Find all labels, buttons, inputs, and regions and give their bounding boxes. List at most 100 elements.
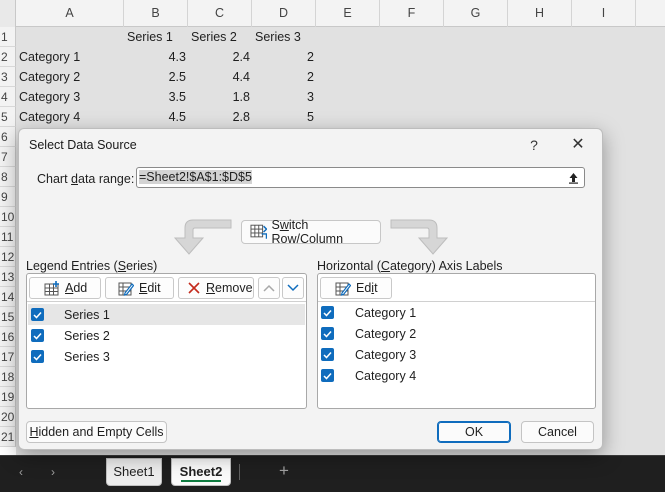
collapse-dialog-icon[interactable]: [563, 168, 584, 187]
column-header-d[interactable]: D: [252, 0, 316, 27]
series-checkbox[interactable]: [31, 329, 44, 342]
row-header[interactable]: 15: [0, 307, 16, 327]
row-header[interactable]: 21: [0, 427, 16, 447]
column-header-f[interactable]: F: [380, 0, 444, 27]
chevron-down-icon: [287, 284, 299, 292]
label-part: Chart: [37, 172, 72, 186]
category-list-item[interactable]: Category 1: [319, 302, 594, 323]
add-series-button[interactable]: Add: [29, 277, 101, 299]
category-list-item[interactable]: Category 2: [319, 323, 594, 344]
series-list-item[interactable]: Series 1: [28, 304, 305, 325]
cell-b4[interactable]: 3.5: [124, 87, 188, 107]
sheet-tab-sheet2[interactable]: Sheet2: [171, 458, 231, 486]
row-header[interactable]: 16: [0, 327, 16, 347]
remove-x-icon: [188, 282, 200, 294]
cancel-button[interactable]: Cancel: [521, 421, 594, 443]
hidden-empty-cells-button[interactable]: Hidden and Empty Cells: [26, 421, 167, 443]
chevron-up-icon: [263, 284, 275, 292]
axis-labels-panel: Edit Category 1 Category 2 Category 3 Ca…: [317, 273, 596, 409]
legend-toolbar: Add Edit Remove: [27, 274, 306, 302]
category-checkbox[interactable]: [321, 306, 334, 319]
row-header[interactable]: 6: [0, 127, 16, 147]
next-sheet-icon[interactable]: ›: [45, 462, 61, 482]
row-header[interactable]: 2: [0, 47, 16, 67]
cell-c1[interactable]: Series 2: [188, 27, 252, 47]
row-header[interactable]: 5: [0, 107, 16, 127]
row-header[interactable]: 19: [0, 387, 16, 407]
column-header-a[interactable]: A: [16, 0, 124, 27]
select-all-corner[interactable]: [0, 0, 16, 27]
column-header-h[interactable]: H: [508, 0, 572, 27]
column-header-b[interactable]: B: [124, 0, 188, 27]
series-list-item[interactable]: Series 2: [28, 325, 305, 346]
row-header[interactable]: 12: [0, 247, 16, 267]
select-data-source-dialog: Select Data Source ? ✕ Chart data range:…: [18, 128, 603, 450]
close-button[interactable]: ✕: [567, 134, 589, 156]
category-list-item[interactable]: Category 4: [319, 365, 594, 386]
remove-series-button[interactable]: Remove: [178, 277, 254, 299]
row-header[interactable]: 3: [0, 67, 16, 87]
row-header[interactable]: 20: [0, 407, 16, 427]
ok-button[interactable]: OK: [437, 421, 511, 443]
switch-row-column-button[interactable]: Switch Row/Column: [241, 218, 381, 246]
row-header[interactable]: 10: [0, 207, 16, 227]
sheet-tab-sheet1[interactable]: Sheet1: [106, 458, 162, 486]
cell-c2[interactable]: 2.4: [188, 47, 252, 67]
category-checkbox[interactable]: [321, 327, 334, 340]
cell-d2[interactable]: 2: [252, 47, 316, 67]
cell-d5[interactable]: 5: [252, 107, 316, 127]
cell-d1[interactable]: Series 3: [252, 27, 316, 47]
previous-sheet-icon[interactable]: ‹: [13, 462, 29, 482]
cell-c4[interactable]: 1.8: [188, 87, 252, 107]
axis-labels-label: Horizontal (Category) Axis Labels: [317, 259, 503, 273]
cell-b2[interactable]: 4.3: [124, 47, 188, 67]
row-header[interactable]: 7: [0, 147, 16, 167]
sheet-tab-label: Sheet1: [113, 464, 155, 479]
cell-a2[interactable]: Category 1: [16, 47, 124, 67]
row-header[interactable]: 11: [0, 227, 16, 247]
edit-axis-labels-button[interactable]: Edit: [320, 277, 392, 299]
column-header-i[interactable]: I: [572, 0, 636, 27]
cell-a4[interactable]: Category 3: [16, 87, 124, 107]
row-header[interactable]: 9: [0, 187, 16, 207]
category-checkbox[interactable]: [321, 348, 334, 361]
series-checkbox[interactable]: [31, 350, 44, 363]
label-part: ategory) Axis Labels: [389, 259, 503, 273]
move-up-button[interactable]: [258, 277, 280, 299]
cell-c3[interactable]: 4.4: [188, 67, 252, 87]
label-part: Horizontal (: [317, 259, 381, 273]
row-header[interactable]: 4: [0, 87, 16, 107]
row-header[interactable]: 14: [0, 287, 16, 307]
row-header[interactable]: 13: [0, 267, 16, 287]
cell-d4[interactable]: 3: [252, 87, 316, 107]
label-part: ata range:: [78, 172, 135, 186]
column-header-c[interactable]: C: [188, 0, 252, 27]
chart-data-range-input[interactable]: =Sheet2!$A$1:$D$5: [136, 167, 585, 188]
category-checkbox[interactable]: [321, 369, 334, 382]
edit-series-button[interactable]: Edit: [105, 277, 174, 299]
column-header-g[interactable]: G: [444, 0, 508, 27]
cell-d3[interactable]: 2: [252, 67, 316, 87]
label-part: idden and Empty Cells: [38, 425, 164, 439]
cell-b5[interactable]: 4.5: [124, 107, 188, 127]
series-checkbox[interactable]: [31, 308, 44, 321]
row-header[interactable]: 8: [0, 167, 16, 187]
row-header[interactable]: 1: [0, 27, 16, 47]
help-button[interactable]: ?: [524, 135, 544, 155]
cell-b1[interactable]: Series 1: [124, 27, 188, 47]
category-list-item[interactable]: Category 3: [319, 344, 594, 365]
row-header[interactable]: 18: [0, 367, 16, 387]
add-sheet-icon[interactable]: +: [276, 461, 292, 481]
cell-a3[interactable]: Category 2: [16, 67, 124, 87]
label-accelerator: R: [206, 281, 216, 295]
move-down-button[interactable]: [282, 277, 304, 299]
curved-arrow-left-icon: [171, 216, 233, 259]
series-list-item[interactable]: Series 3: [28, 346, 305, 367]
column-header-e[interactable]: E: [316, 0, 380, 27]
cell-b3[interactable]: 2.5: [124, 67, 188, 87]
series-name: Series 3: [64, 349, 110, 364]
row-header[interactable]: 17: [0, 347, 16, 367]
cell-c5[interactable]: 2.8: [188, 107, 252, 127]
edit-label: Edit: [139, 281, 161, 295]
cell-a5[interactable]: Category 4: [16, 107, 124, 127]
